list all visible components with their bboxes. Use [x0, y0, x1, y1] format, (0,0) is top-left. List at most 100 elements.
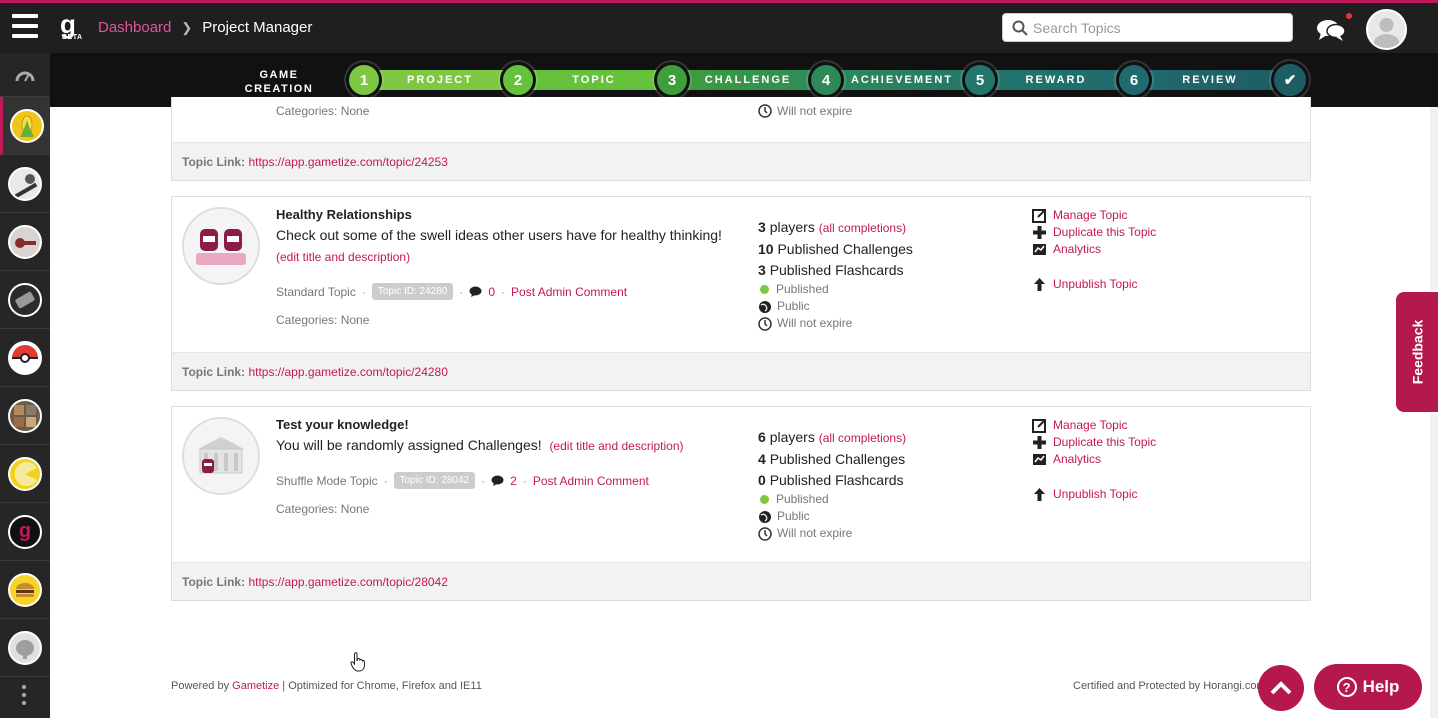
step-label-topic[interactable]: TOPIC: [544, 74, 644, 86]
hand-cursor-icon: [350, 652, 365, 672]
edit-title-link[interactable]: (edit title and description): [549, 439, 683, 453]
post-admin-comment-link[interactable]: Post Admin Comment: [511, 285, 627, 299]
clock-icon: [758, 316, 772, 331]
step-3-circle[interactable]: 3: [654, 62, 690, 98]
more-dots-icon[interactable]: [21, 685, 27, 709]
sidebar-item-dashboard[interactable]: [0, 53, 50, 97]
sidebar-item-keys[interactable]: [0, 213, 50, 271]
analytics-link[interactable]: Analytics: [1032, 241, 1156, 258]
footer-powered-by: Powered by Gametize | Optimized for Chro…: [171, 680, 482, 692]
topic-description: Check out some of the swell ideas other …: [276, 227, 722, 243]
globe-icon: [759, 510, 771, 523]
topic-actions: Manage Topic Duplicate this Topic Analyt…: [1032, 417, 1156, 503]
sidebar-item-billiard[interactable]: [0, 155, 50, 213]
step-label-project[interactable]: PROJECT: [390, 74, 490, 86]
sidebar-item-device[interactable]: [0, 271, 50, 329]
top-bar: g BETA Dashboard ❯ Project Manager: [0, 0, 1438, 53]
topic-card: Healthy Relationships Check out some of …: [171, 196, 1311, 391]
post-admin-comment-link[interactable]: Post Admin Comment: [533, 474, 649, 488]
globe-icon: [759, 300, 771, 313]
topic-id-badge: Topic ID: 28042: [393, 472, 476, 489]
search-input[interactable]: [1033, 17, 1283, 39]
topic-actions: Manage Topic Duplicate this Topic Analyt…: [1032, 207, 1156, 293]
topic-thumbnail[interactable]: [182, 417, 260, 495]
step-label-achievement[interactable]: ACHIEVEMENT: [850, 74, 954, 86]
topic-link[interactable]: https://app.gametize.com/topic/24280: [248, 365, 447, 379]
sidebar-item-pacman[interactable]: [0, 445, 50, 503]
manage-topic-link[interactable]: Manage Topic: [1032, 207, 1156, 224]
topic-link[interactable]: https://app.gametize.com/topic/28042: [248, 575, 447, 589]
duplicate-topic-link[interactable]: Duplicate this Topic: [1032, 224, 1156, 241]
topic-meta: Shuffle Mode Topic · Topic ID: 28042 · 2…: [276, 472, 649, 489]
comment-count[interactable]: 2: [510, 474, 517, 488]
step-label-challenge[interactable]: CHALLENGE: [698, 74, 798, 86]
sidebar-item-burger[interactable]: [0, 561, 50, 619]
analytics-link[interactable]: Analytics: [1032, 451, 1156, 468]
topic-expiry: Will not expire: [758, 104, 852, 118]
sidebar-item-elephant[interactable]: [0, 619, 50, 677]
topic-title: Healthy Relationships: [276, 207, 412, 222]
duplicate-topic-link[interactable]: Duplicate this Topic: [1032, 434, 1156, 451]
unpublish-topic-link[interactable]: Unpublish Topic: [1032, 276, 1156, 293]
sidebar-item-gametize[interactable]: g: [0, 503, 50, 561]
topic-link-row: Topic Link: https://app.gametize.com/top…: [172, 142, 1310, 180]
clock-icon: [758, 526, 772, 541]
billiard-topic-icon: [8, 166, 42, 201]
chat-bubbles-icon[interactable]: [1316, 17, 1346, 43]
edit-square-icon: [1032, 209, 1046, 223]
pacman-topic-icon: [8, 456, 42, 491]
dashboard-gauge-icon: [15, 71, 35, 81]
topic-title: Test your knowledge!: [276, 417, 409, 432]
help-button[interactable]: ? Help: [1314, 664, 1422, 710]
comment-icon: [469, 286, 482, 297]
all-completions-link[interactable]: (all completions): [819, 431, 906, 445]
pokeball-topic-icon: [8, 340, 42, 375]
topic-description: You will be randomly assigned Challenges…: [276, 437, 684, 453]
step-4-circle[interactable]: 4: [808, 62, 844, 98]
step-5-circle[interactable]: 5: [962, 62, 998, 98]
main-content: Categories: None Will not expire Topic L…: [50, 97, 1438, 718]
step-label-reward[interactable]: REWARD: [1006, 74, 1106, 86]
feedback-tab[interactable]: Feedback: [1394, 290, 1438, 414]
sidebar-item-corn[interactable]: [0, 97, 50, 155]
elephant-topic-icon: [8, 630, 42, 665]
topic-thumbnail[interactable]: [182, 207, 260, 285]
gametize-logo[interactable]: g BETA: [60, 11, 88, 42]
breadcrumb-current: Project Manager: [202, 19, 313, 36]
comment-count[interactable]: 0: [488, 285, 495, 299]
step-1-circle[interactable]: 1: [346, 62, 382, 98]
step-label-review[interactable]: REVIEW: [1160, 74, 1260, 86]
device-topic-icon: [8, 282, 42, 317]
user-avatar[interactable]: [1366, 9, 1407, 50]
sidebar-item-collage[interactable]: [0, 387, 50, 445]
topic-link[interactable]: https://app.gametize.com/topic/24253: [248, 155, 447, 169]
search-box: [1002, 13, 1293, 42]
manage-topic-link[interactable]: Manage Topic: [1032, 417, 1156, 434]
step-2-circle[interactable]: 2: [500, 62, 536, 98]
plus-icon: [1033, 226, 1046, 239]
breadcrumb-dashboard-link[interactable]: Dashboard: [98, 19, 171, 36]
chevron-up-icon: [1270, 681, 1292, 695]
breadcrumb: Dashboard ❯ Project Manager: [98, 19, 312, 36]
topic-categories: Categories: None: [276, 313, 370, 327]
topic-categories: Categories: None: [276, 502, 370, 516]
collage-topic-icon: [8, 398, 42, 433]
topic-meta: Standard Topic · Topic ID: 24280 · 0 · P…: [276, 283, 628, 300]
topic-stats: 3 players (all completions) 10 Published…: [758, 219, 913, 331]
step-6-circle[interactable]: 6: [1116, 62, 1152, 98]
gametize-link[interactable]: Gametize: [232, 680, 279, 692]
unpublish-topic-link[interactable]: Unpublish Topic: [1032, 486, 1156, 503]
published-status-icon: [760, 495, 769, 504]
clock-icon: [758, 104, 772, 118]
topic-card: Test your knowledge! You will be randoml…: [171, 406, 1311, 601]
step-complete-check-icon[interactable]: ✔: [1271, 61, 1309, 99]
analytics-chart-icon: [1033, 244, 1046, 255]
scroll-to-top-button[interactable]: [1258, 665, 1304, 711]
topic-categories: Categories: None: [276, 104, 370, 118]
topic-sidebar: g: [0, 53, 50, 718]
topic-stats: 6 players (all completions) 4 Published …: [758, 429, 907, 541]
edit-title-link[interactable]: (edit title and description): [276, 250, 410, 264]
all-completions-link[interactable]: (all completions): [819, 221, 906, 235]
menu-icon[interactable]: [12, 14, 38, 38]
sidebar-item-pokeball[interactable]: [0, 329, 50, 387]
